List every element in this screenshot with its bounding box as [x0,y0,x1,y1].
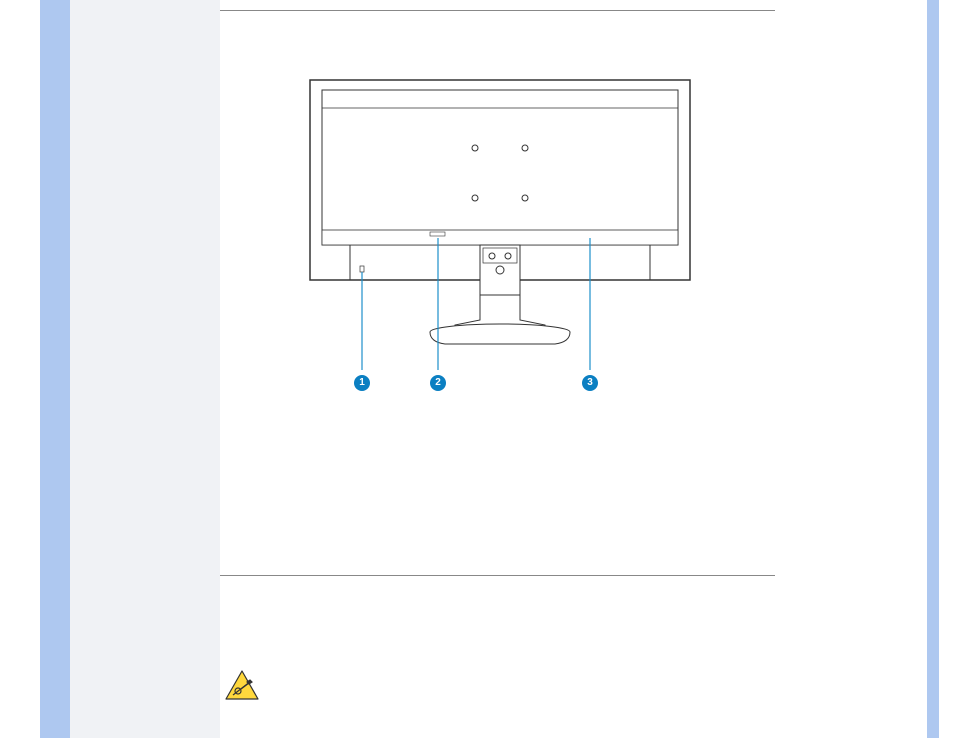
callout-1: 1 [354,375,370,391]
content-area: 1 2 3 [220,0,927,738]
left-sidebar-bg [70,0,220,738]
section-divider-top [220,10,775,11]
monitor-svg [300,70,700,370]
callout-2: 2 [430,375,446,391]
right-frame-bar [927,0,939,738]
callout-3: 3 [582,375,598,391]
section-divider-bottom [220,575,775,576]
left-frame-bar [40,0,70,738]
caution-icon [225,670,259,705]
monitor-back-diagram [300,70,700,375]
